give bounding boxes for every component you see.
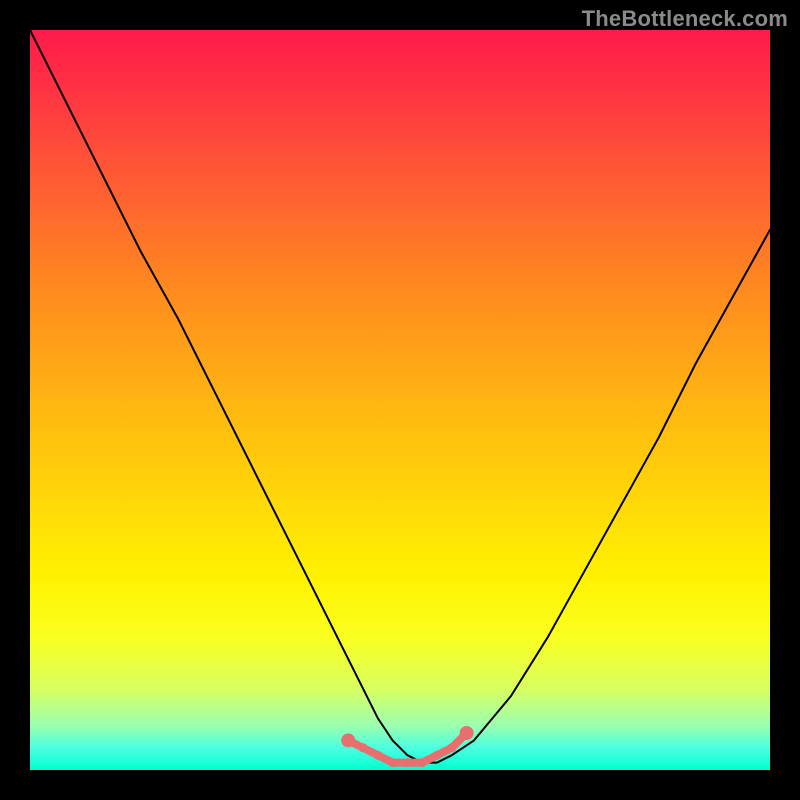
sweet-spot-dot — [433, 751, 442, 760]
sweet-spot-dot — [373, 751, 382, 760]
bottleneck-curve-line — [30, 30, 770, 763]
plot-area — [30, 30, 770, 770]
chart-svg — [30, 30, 770, 770]
sweet-spot-dot — [388, 758, 397, 767]
sweet-spot-end-dot — [341, 733, 355, 747]
sweet-spot-dot — [418, 758, 427, 767]
sweet-spot-end-dot — [460, 726, 474, 740]
sweet-spot-dot — [359, 743, 368, 752]
sweet-spot-dot — [447, 743, 456, 752]
watermark-label: TheBottleneck.com — [582, 6, 788, 32]
sweet-spot-dot — [403, 758, 412, 767]
sweet-spot-markers — [341, 726, 473, 767]
chart-frame: TheBottleneck.com — [0, 0, 800, 800]
